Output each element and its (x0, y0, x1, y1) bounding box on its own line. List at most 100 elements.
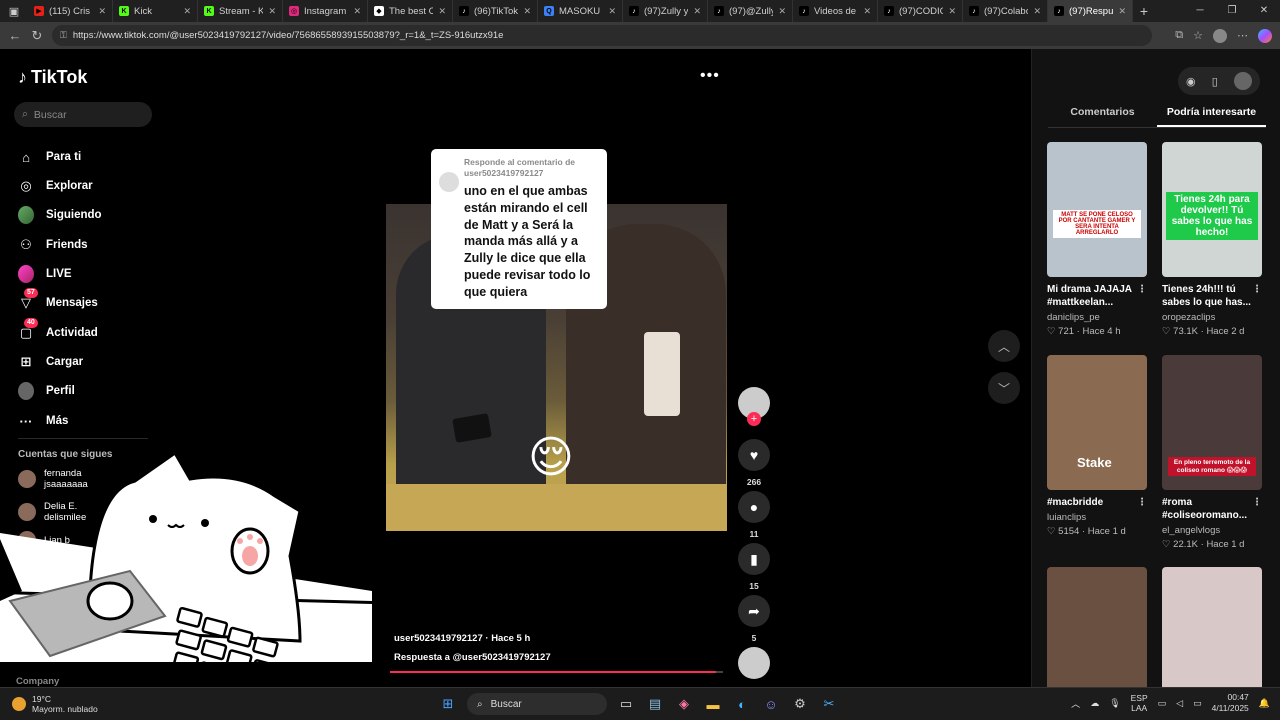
weather-widget[interactable]: 19°C Mayorm. nublado (12, 694, 98, 714)
sidebar-item-siguiendo[interactable]: Siguiendo (18, 206, 102, 224)
video-reply-line[interactable]: Respuesta a @user5023419792127 (394, 652, 551, 663)
browser-tab[interactable]: ◆ The best Ch ✕ (368, 0, 453, 22)
recommended-video-card[interactable]: Tienes 24h para devolver!! Tú sabes lo q… (1162, 142, 1262, 337)
sidebar-item-perfil[interactable]: Perfil (18, 382, 75, 400)
sidebar-item-para-ti[interactable]: ⌂ Para ti (18, 149, 81, 165)
tab-close-icon[interactable]: ✕ (608, 6, 616, 17)
tab-close-icon[interactable]: ✕ (438, 6, 446, 17)
notification-bell-icon[interactable]: 🔔 (1259, 698, 1270, 709)
card-more-icon[interactable]: ⋮ (1137, 496, 1147, 509)
snipping-tool-icon[interactable]: ✂ (819, 694, 839, 714)
browser-tab[interactable]: ◎ Instagram ✕ (283, 0, 368, 22)
bookmark-icon[interactable]: ▮ (738, 543, 770, 575)
follow-plus-icon[interactable]: + (747, 412, 761, 426)
browser-tab[interactable]: ♪ Videos de Ti ✕ (793, 0, 878, 22)
video-options-icon[interactable]: ••• (700, 67, 720, 85)
browser-tab[interactable]: ♪ (97)Colabora ✕ (963, 0, 1048, 22)
video-progress-bar[interactable] (390, 671, 723, 673)
volume-icon[interactable]: ◁ (1176, 698, 1183, 709)
video-thumbnail[interactable] (1162, 567, 1262, 702)
music-disc-action[interactable] (738, 647, 770, 679)
tab-close-icon[interactable]: ✕ (1033, 6, 1041, 17)
tab-close-icon[interactable]: ✕ (268, 6, 276, 17)
site-info-icon[interactable]: ⚿ (60, 30, 67, 41)
browser-tab[interactable]: Q MASOKU ED ✕ (538, 0, 623, 22)
card-author[interactable]: oropezaclips (1162, 312, 1262, 323)
sidebar-item-actividad[interactable]: ▢ 40 Actividad (18, 318, 98, 341)
share-icon[interactable]: ➦ (738, 595, 770, 627)
new-tab-button[interactable]: + (1133, 3, 1155, 19)
previous-video-button[interactable]: ︿ (988, 330, 1020, 362)
creator-avatar-action[interactable]: + (738, 387, 770, 426)
recommended-video-card[interactable]: En pleno terremoto de la coliseo romano … (1162, 355, 1262, 550)
sidebar-item-explorar[interactable]: ◎ Explorar (18, 178, 92, 194)
video-thumbnail[interactable]: Tienes 24h para devolver!! Tú sabes lo q… (1162, 142, 1262, 277)
copilot-app-icon[interactable]: ◈ (674, 694, 694, 714)
restore-button[interactable]: ❐ (1216, 0, 1248, 22)
tab-close-icon[interactable]: ✕ (353, 6, 361, 17)
tab-close-icon[interactable]: ✕ (948, 6, 956, 17)
card-title[interactable]: Mi drama JAJAJA #mattkeelan... ⋮ (1047, 283, 1147, 309)
reload-button[interactable]: ↻ (26, 28, 48, 44)
store-icon[interactable]: ▤ (645, 694, 665, 714)
video-thumbnail[interactable]: MATT SE PONE CELOSO POR CANTANTE GAMER Y… (1047, 142, 1147, 277)
tab-close-icon[interactable]: ✕ (863, 6, 871, 17)
recommended-video-card[interactable]: Stake #macbridde ⋮ luianclips ♡ 5154 · Hace … (1047, 355, 1147, 537)
chevron-up-icon[interactable]: ︿ (1071, 697, 1080, 710)
search-input[interactable]: ⌕ Buscar (14, 102, 152, 127)
tab-close-icon[interactable]: ✕ (693, 6, 701, 17)
sidebar-item-cargar[interactable]: ⊞ Cargar (18, 354, 84, 370)
music-disc-icon[interactable] (738, 647, 770, 679)
browser-tab[interactable]: ▶ (115) Cris M ✕ (28, 0, 113, 22)
browser-tab[interactable]: ♪ (97)@Zully ✕ (708, 0, 793, 22)
settings-icon[interactable]: ⚙ (790, 694, 810, 714)
recommended-video-card[interactable]: MATT SE PONE CELOSO POR CANTANTE GAMER Y… (1047, 142, 1147, 337)
browser-tab[interactable]: ♪ (97)Zully y M ✕ (623, 0, 708, 22)
card-title[interactable]: #macbridde ⋮ (1047, 496, 1147, 509)
minimize-button[interactable]: ─ (1184, 0, 1216, 22)
card-title[interactable]: Tienes 24h!!! tú sabes lo que has... ⋮ (1162, 283, 1262, 309)
extensions-icon[interactable]: ⧉ (1175, 29, 1183, 42)
card-more-icon[interactable]: ⋮ (1137, 283, 1147, 296)
card-author[interactable]: el_angelvlogs (1162, 525, 1262, 536)
compass-icon[interactable]: ◉ (1186, 75, 1196, 88)
video-thumbnail[interactable]: En pleno terremoto de la coliseo romano … (1162, 355, 1262, 490)
browser-tab[interactable]: K Stream - Kick ✕ (198, 0, 283, 22)
company-link[interactable]: Company (16, 676, 59, 687)
browser-tab[interactable]: K Kick ✕ (113, 0, 198, 22)
file-explorer-icon[interactable]: ▬ (703, 694, 723, 714)
profile-avatar[interactable] (1213, 28, 1227, 43)
onedrive-icon[interactable]: ☁ (1090, 698, 1099, 709)
comment-action[interactable]: ● 11 (738, 491, 770, 539)
recommended-video-card[interactable] (1047, 567, 1147, 702)
recommended-video-card[interactable] (1162, 567, 1262, 702)
heart-icon[interactable]: ♥ (738, 439, 770, 471)
network-icon[interactable]: ▭ (1158, 698, 1167, 709)
next-video-button[interactable]: ﹀ (988, 372, 1020, 404)
tab-close-icon[interactable]: ✕ (98, 6, 106, 17)
device-icon[interactable]: ▯ (1212, 75, 1218, 88)
tab-close-icon[interactable]: ✕ (523, 6, 531, 17)
task-view-icon[interactable]: ▭ (616, 694, 636, 714)
sidebar-item-live[interactable]: LIVE (18, 265, 72, 283)
video-thumbnail[interactable]: Stake (1047, 355, 1147, 490)
tab-close-icon[interactable]: ✕ (183, 6, 191, 17)
sidebar-item-friends[interactable]: ⚇ Friends (18, 237, 87, 253)
sidebar-item-mensajes[interactable]: ▽ 57 Mensajes (18, 288, 98, 311)
tab-comments[interactable]: Comentarios (1048, 106, 1157, 127)
card-more-icon[interactable]: ⋮ (1252, 496, 1262, 509)
window-menu-icon[interactable]: ▣ (0, 0, 28, 22)
battery-icon[interactable]: ▭ (1193, 698, 1202, 709)
clock[interactable]: 00:47 4/11/2025 (1212, 692, 1249, 714)
close-window-button[interactable]: ✕ (1248, 0, 1280, 22)
url-input[interactable]: ⚿ https://www.tiktok.com/@user5023419792… (52, 25, 1152, 46)
browser-tab[interactable]: ♪ (97)Respue ✕ (1048, 0, 1133, 22)
like-action[interactable]: ♥ 266 (738, 439, 770, 487)
video-author-line[interactable]: user5023419792127 · Hace 5 h (394, 633, 530, 644)
tab-close-icon[interactable]: ✕ (1118, 6, 1126, 17)
card-title[interactable]: #roma #coliseoromano... ⋮ (1162, 496, 1262, 522)
comment-icon[interactable]: ● (738, 491, 770, 523)
user-avatar[interactable] (1233, 72, 1252, 90)
taskbar-search[interactable]: ⌕ Buscar (467, 693, 607, 715)
microphone-icon[interactable]: 🎙 (1109, 698, 1120, 709)
